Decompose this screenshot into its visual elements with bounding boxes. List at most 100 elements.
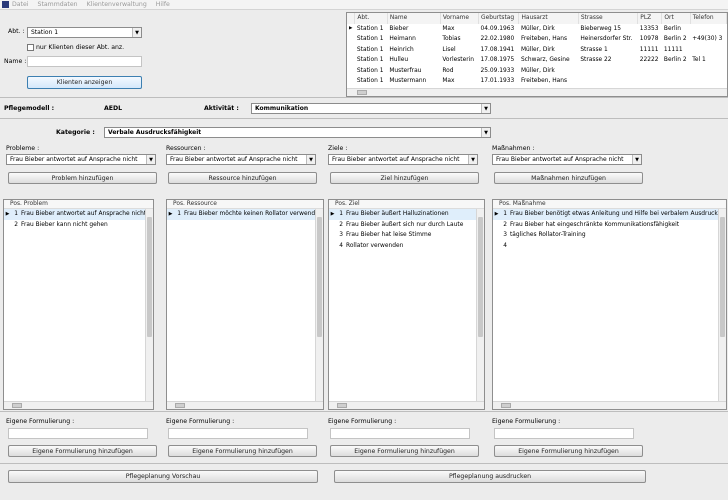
- preview-button[interactable]: Pflegeplanung Vorschau: [8, 470, 318, 483]
- list-vscroll[interactable]: [145, 209, 153, 401]
- aktivitaet-select[interactable]: Kommunikation ▼: [251, 103, 491, 114]
- column-add-button[interactable]: Maßnahmen hinzufügen: [494, 172, 643, 184]
- column-header[interactable]: Name: [387, 13, 441, 24]
- custom-add-button[interactable]: Eigene Formulierung hinzufügen: [8, 445, 157, 457]
- row-marker: ▶: [5, 211, 10, 218]
- column-label: Ressourcen :: [166, 145, 206, 152]
- column-select[interactable]: Frau Bieber antwortet auf Ansprache nich…: [166, 154, 316, 165]
- kategorie-select-value: Verbale Ausdrucksfähigkeit: [108, 129, 202, 136]
- list-item[interactable]: ▶ 1 Frau Bieber benötigt etwas Anleitung u…: [493, 209, 726, 220]
- item-number: 1: [14, 211, 18, 218]
- scroll-thumb[interactable]: [337, 403, 347, 408]
- table-row[interactable]: ▶ Station 1 Bieber Max 04.09.1963 Müller, Dir…: [347, 24, 727, 35]
- item-number: 4: [339, 242, 343, 249]
- print-button[interactable]: Pflegeplanung ausdrucken: [334, 470, 646, 483]
- list-hscroll[interactable]: [493, 401, 726, 409]
- column-header[interactable]: Strasse: [578, 13, 639, 24]
- patient-table-hscroll[interactable]: [347, 88, 727, 96]
- scroll-thumb[interactable]: [147, 217, 152, 337]
- list-item[interactable]: ▶ 1 Frau Bieber äußert Halluzinationen: [329, 209, 484, 220]
- column-header[interactable]: Abt.: [354, 13, 388, 24]
- list-item[interactable]: ▶ 1 Frau Bieber antwortet auf Ansprache ni…: [4, 209, 153, 220]
- pflegemodell-value: AEDL: [104, 105, 123, 112]
- show-clients-button[interactable]: Klienten anzeigen: [27, 76, 142, 89]
- menu-datei[interactable]: Datei: [12, 1, 29, 8]
- list-vscroll[interactable]: [476, 209, 484, 401]
- table-cell: 17.08.1941: [480, 46, 515, 53]
- table-cell: Bieber: [389, 25, 409, 32]
- custom-add-button[interactable]: Eigene Formulierung hinzufügen: [330, 445, 479, 457]
- custom-input[interactable]: [330, 428, 470, 439]
- kategorie-select[interactable]: Verbale Ausdrucksfähigkeit ▼: [104, 127, 491, 138]
- item-text: Frau Bieber äußert Halluzinationen: [346, 211, 449, 218]
- table-row[interactable]: Station 1 Hulleu Vorlesterin 17.08.1975 Schw…: [347, 55, 727, 66]
- custom-input[interactable]: [494, 428, 634, 439]
- scroll-thumb[interactable]: [501, 403, 511, 408]
- column-select[interactable]: Frau Bieber antwortet auf Ansprache nich…: [492, 154, 642, 165]
- menu-klientenverwaltung[interactable]: Klientenverwaltung: [87, 1, 147, 8]
- item-text: tägliches Rollator-Training: [510, 232, 586, 239]
- list-item[interactable]: 2 Frau Bieber äußert sich nur durch Laute: [329, 220, 484, 231]
- row-marker: [347, 55, 355, 66]
- scroll-thumb[interactable]: [317, 217, 322, 337]
- item-text: Frau Bieber hat leise Stimme: [346, 232, 432, 239]
- scroll-thumb[interactable]: [12, 403, 22, 408]
- chevron-down-icon: ▼: [632, 155, 641, 164]
- column-add-button[interactable]: Problem hinzufügen: [8, 172, 157, 184]
- list-header: Pos. Problem: [4, 200, 153, 209]
- custom-add-button[interactable]: Eigene Formulierung hinzufügen: [168, 445, 317, 457]
- table-cell: 22222: [639, 57, 659, 64]
- table-cell: [690, 24, 726, 35]
- column-header[interactable]: Ort: [661, 13, 691, 24]
- table-cell: 17.08.1975: [480, 57, 515, 64]
- table-row[interactable]: Station 1 Heinrich Lisel 17.08.1941 Müller, …: [347, 45, 727, 56]
- column-header[interactable]: Hausarzt: [518, 13, 579, 24]
- table-row[interactable]: Station 1 Musterfrau Rod 25.09.1933 Müller, …: [347, 66, 727, 77]
- chevron-down-icon: ▼: [468, 155, 477, 164]
- name-input[interactable]: [27, 56, 142, 67]
- list-item[interactable]: 3 Frau Bieber hat leise Stimme: [329, 230, 484, 241]
- scroll-thumb[interactable]: [175, 403, 185, 408]
- column-select[interactable]: Frau Bieber antwortet auf Ansprache nich…: [328, 154, 478, 165]
- abt-select[interactable]: Station 1 ▼: [27, 27, 142, 38]
- list-item[interactable]: 3 tägliches Rollator-Training: [493, 230, 726, 241]
- custom-input[interactable]: [168, 428, 308, 439]
- scroll-thumb[interactable]: [720, 217, 725, 337]
- list-item[interactable]: ▶ 1 Frau Bieber möchte keinen Rollator ver…: [167, 209, 323, 220]
- list-vscroll[interactable]: [315, 209, 323, 401]
- only-department-checkbox[interactable]: [27, 44, 34, 51]
- column-header[interactable]: PLZ: [637, 13, 663, 24]
- list-item[interactable]: 4: [493, 241, 726, 252]
- list-hscroll[interactable]: [4, 401, 153, 409]
- menu-stammdaten[interactable]: Stammdaten: [38, 1, 78, 8]
- scroll-thumb[interactable]: [357, 90, 367, 95]
- list-item[interactable]: 2 Frau Bieber kann nicht gehen: [4, 220, 153, 231]
- table-cell: Max: [442, 25, 455, 32]
- custom-add-button[interactable]: Eigene Formulierung hinzufügen: [494, 445, 643, 457]
- menu-hilfe[interactable]: Hilfe: [156, 1, 170, 8]
- table-cell: Hulleu: [389, 57, 409, 64]
- list-item[interactable]: 4 Rollator verwenden: [329, 241, 484, 252]
- column-header[interactable]: Vorname: [440, 13, 480, 24]
- column-list: Pos. Ziel ▶ 1 Frau Bieber äußert Halluzinat…: [328, 199, 485, 410]
- column-select-value: Frau Bieber antwortet auf Ansprache nich…: [496, 156, 624, 163]
- table-cell: Tobias: [442, 36, 461, 43]
- column-add-button[interactable]: Ziel hinzufügen: [330, 172, 479, 184]
- table-cell: Station 1: [356, 67, 384, 74]
- table-row[interactable]: Station 1 Heimann Tobias 22.02.1980 Freitebe…: [347, 34, 727, 45]
- column-header[interactable]: Geburtstag: [478, 13, 520, 24]
- table-cell: Berlin 2: [663, 57, 687, 64]
- list-vscroll[interactable]: [718, 209, 726, 401]
- list-hscroll[interactable]: [329, 401, 484, 409]
- aktivitaet-select-value: Kommunikation: [255, 105, 309, 112]
- scroll-thumb[interactable]: [478, 217, 483, 337]
- list-hscroll[interactable]: [167, 401, 323, 409]
- list-item[interactable]: 2 Frau Bieber hat eingeschränkte Kommunik…: [493, 220, 726, 231]
- patient-table: Abt. Name Vorname Geburtstag Hausarzt Strasse…: [346, 12, 728, 97]
- table-cell: 25.09.1933: [480, 67, 515, 74]
- column-add-button[interactable]: Ressource hinzufügen: [168, 172, 317, 184]
- custom-input[interactable]: [8, 428, 148, 439]
- column-header[interactable]: Telefon: [690, 13, 727, 24]
- column-select[interactable]: Frau Bieber antwortet auf Ansprache nich…: [6, 154, 156, 165]
- table-row[interactable]: Station 1 Mustermann Max 17.01.1933 Freitebe…: [347, 76, 727, 87]
